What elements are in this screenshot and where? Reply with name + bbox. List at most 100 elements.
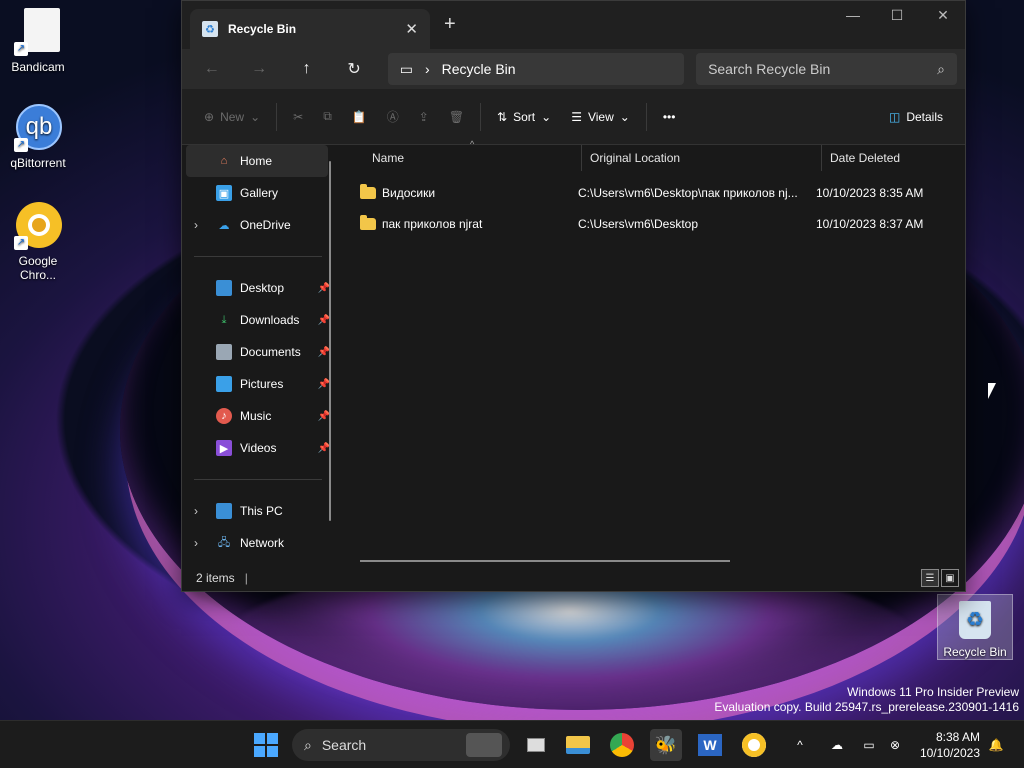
tab-title: Recycle Bin bbox=[228, 22, 297, 36]
shortcut-arrow-icon: ↗ bbox=[14, 138, 28, 152]
chevron-right-icon[interactable]: › bbox=[194, 536, 198, 550]
more-options-button[interactable]: ••• bbox=[653, 99, 686, 135]
new-button[interactable]: ⊕ New ⌄ bbox=[194, 99, 270, 135]
desktop-icon-label: Recycle Bin bbox=[943, 645, 1007, 659]
up-icon[interactable]: ↑ bbox=[285, 53, 328, 85]
recycle-bin-icon: ♻ bbox=[202, 21, 218, 37]
chevron-right-icon[interactable]: › bbox=[194, 218, 198, 232]
divider bbox=[194, 479, 322, 480]
close-window-icon[interactable]: ✕ bbox=[920, 7, 966, 24]
view-button[interactable]: ☰ View ⌄ bbox=[561, 99, 640, 135]
divider bbox=[276, 102, 278, 131]
forward-icon[interactable]: → bbox=[237, 53, 280, 85]
rename-icon[interactable]: Ⓐ bbox=[377, 99, 409, 135]
task-view-icon[interactable] bbox=[520, 729, 552, 761]
new-tab-icon[interactable]: + bbox=[444, 13, 456, 36]
nav-item-gallery[interactable]: ▣ Gallery bbox=[182, 177, 332, 209]
file-row[interactable]: пак приколов njrat C:\Users\vm6\Desktop … bbox=[342, 208, 965, 239]
sort-ascending-icon: ^ bbox=[470, 139, 475, 149]
computer-icon bbox=[216, 503, 232, 519]
gallery-icon: ▣ bbox=[216, 185, 232, 201]
item-count: 2 items bbox=[196, 571, 235, 585]
back-icon[interactable]: ← bbox=[190, 53, 233, 85]
onedrive-tray-icon[interactable]: ☁ bbox=[826, 729, 848, 761]
address-bar[interactable]: ▭ › Recycle Bin bbox=[387, 53, 685, 85]
desktop-icon-qbittorrent[interactable]: qb ↗ qBittorrent bbox=[0, 104, 76, 170]
chevron-right-icon[interactable]: › bbox=[194, 504, 198, 518]
maximize-icon[interactable]: ☐ bbox=[874, 7, 920, 24]
nav-item-documents[interactable]: Documents 📌 bbox=[182, 336, 332, 368]
nav-item-pictures[interactable]: Pictures 📌 bbox=[182, 368, 332, 400]
column-original-location[interactable]: Original Location bbox=[582, 145, 822, 171]
desktop-icon-recycle-bin[interactable]: ♻ Recycle Bin bbox=[937, 594, 1013, 660]
chrome-canary-icon[interactable] bbox=[738, 729, 770, 761]
sort-icon: ⇅ bbox=[497, 109, 508, 124]
chrome-icon[interactable] bbox=[606, 729, 638, 761]
chevron-down-icon: ⌄ bbox=[541, 109, 552, 124]
chrome-canary-icon: ↗ bbox=[14, 202, 62, 250]
taskbar: ⌕ Search 🐝 W ^ ☁ ▭ ⊗ 8:38 AM 10/10/2023 … bbox=[0, 720, 1024, 768]
nav-item-desktop[interactable]: Desktop 📌 bbox=[182, 272, 332, 304]
shortcut-arrow-icon: ↗ bbox=[14, 42, 28, 56]
minimize-icon[interactable]: — bbox=[830, 7, 876, 23]
copy-icon[interactable]: ⧉ bbox=[313, 99, 342, 135]
document-icon bbox=[216, 344, 232, 360]
command-bar: ⊕ New ⌄ ✂ ⧉ 📋 Ⓐ ⇪ 🗑 ⇅ Sort ⌄ ☰ View ⌄ ••… bbox=[182, 89, 965, 145]
desktop-icon-bandicam[interactable]: ↗ Bandicam bbox=[0, 8, 76, 74]
divider bbox=[645, 102, 647, 131]
file-explorer-icon[interactable] bbox=[562, 729, 594, 761]
chevron-down-icon: ⌄ bbox=[250, 109, 261, 124]
delete-icon[interactable]: 🗑 bbox=[439, 99, 474, 135]
word-icon[interactable]: W bbox=[694, 729, 726, 761]
cloud-icon: ☁ bbox=[218, 219, 230, 232]
close-tab-icon[interactable]: ✕ bbox=[405, 20, 418, 38]
search-input[interactable]: Search Recycle Bin ⌕ bbox=[696, 53, 957, 85]
chevron-up-icon[interactable]: ^ bbox=[790, 729, 810, 761]
nav-item-onedrive[interactable]: › ☁ OneDrive bbox=[182, 209, 332, 241]
search-icon: ⌕ bbox=[304, 736, 312, 753]
column-name[interactable]: Name bbox=[342, 145, 582, 171]
plus-circle-icon: ⊕ bbox=[204, 109, 215, 124]
music-icon: ♪ bbox=[216, 408, 232, 424]
videos-icon: ▶ bbox=[216, 440, 232, 456]
nav-item-home[interactable]: ⌂ Home bbox=[186, 145, 328, 177]
nav-item-downloads[interactable]: ⤓ Downloads 📌 bbox=[182, 304, 332, 336]
details-view-icon[interactable]: ☰ bbox=[921, 569, 939, 587]
refresh-icon[interactable]: ↻ bbox=[332, 53, 375, 85]
network-status-icon[interactable]: ⊗ bbox=[884, 729, 906, 761]
nav-item-music[interactable]: ♪ Music 📌 bbox=[182, 400, 332, 432]
share-icon[interactable]: ⇪ bbox=[409, 99, 439, 135]
nav-item-videos[interactable]: ▶ Videos 📌 bbox=[182, 432, 332, 464]
nav-item-network[interactable]: › 🖧 Network bbox=[182, 527, 332, 559]
cut-icon[interactable]: ✂ bbox=[283, 99, 313, 135]
details-button[interactable]: ◫ Details bbox=[879, 99, 953, 135]
start-icon[interactable] bbox=[250, 729, 282, 761]
notification-bell-icon[interactable]: 🔔 bbox=[984, 729, 1008, 761]
file-row[interactable]: Видосики C:\Users\vm6\Desktop\пак прикол… bbox=[342, 177, 965, 208]
address-row: ← → ↑ ↻ ▭ › Recycle Bin Search Recycle B… bbox=[182, 49, 965, 89]
windows-watermark: Windows 11 Pro Insider Preview Evaluatio… bbox=[714, 685, 1019, 714]
column-headers: Name Original Location Date Deleted ^ bbox=[342, 139, 965, 171]
taskbar-search[interactable]: ⌕ Search bbox=[292, 729, 510, 761]
display-icon[interactable]: ▭ bbox=[858, 729, 880, 761]
status-bar: 2 items | ☰ ▣ bbox=[182, 565, 965, 591]
file-icon: ↗ bbox=[14, 8, 62, 56]
column-date-deleted[interactable]: Date Deleted bbox=[822, 145, 900, 171]
bandicam-taskbar-icon[interactable]: 🐝 bbox=[650, 729, 682, 761]
network-icon: 🖧 bbox=[217, 536, 231, 549]
sort-button[interactable]: ⇅ Sort ⌄ bbox=[487, 99, 561, 135]
clock[interactable]: 8:38 AM 10/10/2023 bbox=[920, 729, 980, 761]
breadcrumb: Recycle Bin bbox=[441, 61, 516, 77]
tab-recycle-bin[interactable]: ♻ Recycle Bin ✕ bbox=[190, 9, 430, 49]
details-pane-icon: ◫ bbox=[888, 109, 901, 124]
tiles-view-icon[interactable]: ▣ bbox=[941, 569, 959, 587]
horizontal-scrollbar[interactable] bbox=[360, 560, 730, 562]
pictures-icon bbox=[216, 376, 232, 392]
desktop-icon-chrome-canary[interactable]: ↗ Google Chro... bbox=[0, 202, 76, 282]
nav-scrollbar[interactable] bbox=[329, 161, 331, 521]
paste-icon[interactable]: 📋 bbox=[342, 99, 377, 135]
folder-icon bbox=[360, 183, 376, 199]
nav-item-this-pc[interactable]: › This PC bbox=[182, 495, 332, 527]
file-explorer-window: ♻ Recycle Bin ✕ + — ☐ ✕ ← → ↑ ↻ ▭ › Recy… bbox=[181, 0, 966, 592]
shortcut-arrow-icon: ↗ bbox=[14, 236, 28, 250]
